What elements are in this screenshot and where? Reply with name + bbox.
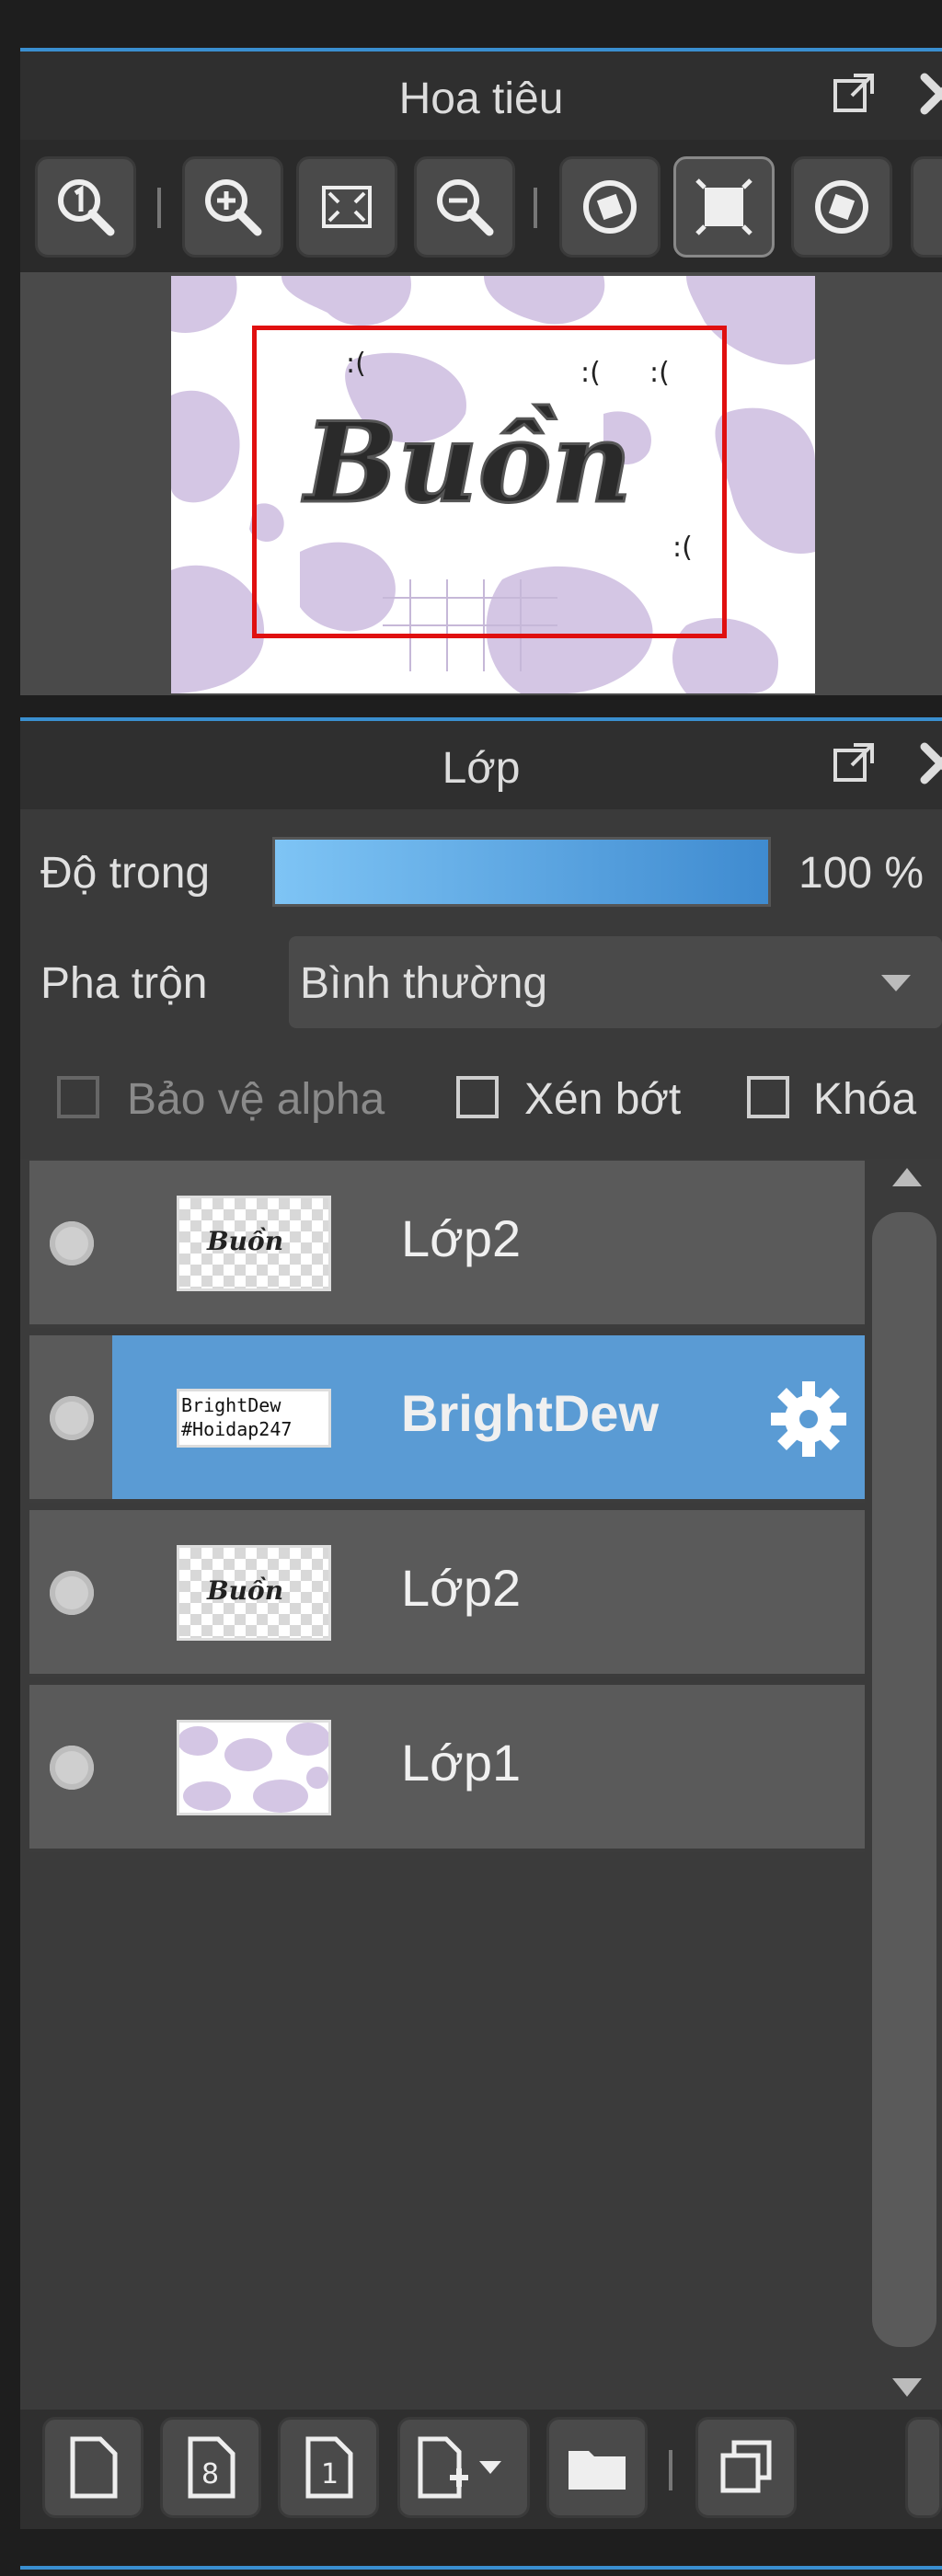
chevron-down-icon (881, 975, 911, 991)
navigator-view[interactable]: Buồn :( :( :( :( (20, 272, 942, 695)
clipping-checkbox[interactable] (456, 1076, 499, 1118)
rotate-left-button[interactable] (559, 156, 661, 258)
layers-title: Lớp (442, 744, 521, 793)
close-icon[interactable] (917, 739, 942, 787)
fit-screen-icon (322, 186, 372, 228)
blend-mode-value: Bình thường (300, 959, 548, 1008)
zoom-in-icon (205, 179, 262, 236)
zoom-in-button[interactable] (182, 156, 283, 258)
blend-mode-select[interactable]: Bình thường (289, 936, 942, 1028)
reset-rotation-button[interactable] (673, 156, 775, 258)
viewport-frame[interactable] (252, 326, 727, 638)
svg-text:1: 1 (321, 2458, 339, 2490)
layer-name: Lớp2 (401, 1209, 522, 1267)
popout-icon[interactable] (830, 70, 878, 118)
toolbar-separator (157, 188, 161, 228)
lock-checkbox[interactable] (747, 1076, 789, 1118)
toolbar-separator (534, 188, 537, 228)
duplicate-layer-button[interactable] (695, 2417, 797, 2518)
rotate-left-icon (583, 180, 637, 234)
new-page-icon (70, 2436, 118, 2499)
panel-bottom-border (20, 2566, 942, 2570)
protect-alpha-checkbox[interactable] (57, 1076, 99, 1118)
close-icon[interactable] (917, 70, 942, 118)
fit-screen-button[interactable] (296, 156, 397, 258)
svg-text:8: 8 (201, 2458, 219, 2490)
layer-thumbnail: BrightDew #Hoidap247 (177, 1389, 331, 1448)
layer-name: Lớp1 (401, 1734, 522, 1792)
toolbar-separator (669, 2450, 672, 2490)
blend-mode-label: Pha trộn (40, 959, 208, 1008)
folder-icon (569, 2451, 626, 2490)
zoom-out-button[interactable] (414, 156, 515, 258)
visibility-toggle[interactable] (50, 1746, 94, 1790)
lock-label: Khóa (813, 1075, 917, 1124)
zoom-out-icon (437, 179, 494, 236)
layer-row[interactable]: Buồn Lớp2 (29, 1161, 865, 1328)
layer-name: Lớp2 (401, 1559, 522, 1617)
8bit-layer-icon: 8 (188, 2436, 236, 2499)
add-layer-icon (418, 2436, 501, 2499)
new-8bit-layer-button[interactable]: 8 (160, 2417, 261, 2518)
layer-thumbnail: Buồn (177, 1196, 331, 1291)
layer-thumbnail (177, 1720, 331, 1815)
new-1bit-layer-button[interactable]: 1 (278, 2417, 379, 2518)
more-layer-actions-button[interactable] (905, 2417, 942, 2518)
zoom-actual-button[interactable] (35, 156, 136, 258)
visibility-toggle[interactable] (50, 1221, 94, 1265)
layer-list-scrollbar[interactable] (868, 1161, 942, 2410)
opacity-slider[interactable] (272, 837, 771, 907)
reset-rotation-icon (695, 178, 752, 235)
layers-header: Lớp (20, 717, 942, 809)
clipping-label: Xén bớt (524, 1075, 682, 1124)
opacity-slider-fill (275, 840, 768, 904)
visibility-toggle[interactable] (50, 1571, 94, 1615)
layer-row[interactable]: Lớp1 (29, 1685, 865, 1852)
gear-icon[interactable] (767, 1378, 850, 1460)
add-layer-menu-button[interactable] (397, 2417, 530, 2518)
layer-thumbnail: Buồn (177, 1545, 331, 1641)
scrollbar-thumb[interactable] (872, 1212, 936, 2347)
opacity-value: 100 % (798, 849, 925, 898)
layer-row[interactable]: Buồn Lớp2 (29, 1510, 865, 1677)
new-folder-button[interactable] (546, 2417, 648, 2518)
rotate-right-button[interactable] (791, 156, 892, 258)
opacity-label: Độ trong (40, 849, 211, 898)
layer-name: BrightDew (401, 1384, 659, 1442)
visibility-toggle[interactable] (50, 1396, 94, 1440)
1bit-layer-icon: 1 (305, 2436, 353, 2499)
new-layer-button[interactable] (42, 2417, 144, 2518)
more-toolbar-button[interactable] (911, 156, 942, 258)
navigator-header: Hoa tiêu (20, 48, 942, 140)
scroll-down-icon[interactable] (889, 2373, 925, 2400)
rotate-right-icon (815, 180, 868, 234)
zoom-actual-icon (58, 179, 115, 236)
popout-icon[interactable] (830, 739, 878, 787)
layer-row-selected[interactable]: BrightDew #Hoidap247 BrightDew (29, 1335, 865, 1503)
duplicate-icon (720, 2440, 772, 2493)
navigator-title: Hoa tiêu (398, 74, 564, 123)
protect-alpha-label: Bảo vệ alpha (127, 1075, 385, 1124)
scroll-up-icon[interactable] (889, 1162, 925, 1190)
